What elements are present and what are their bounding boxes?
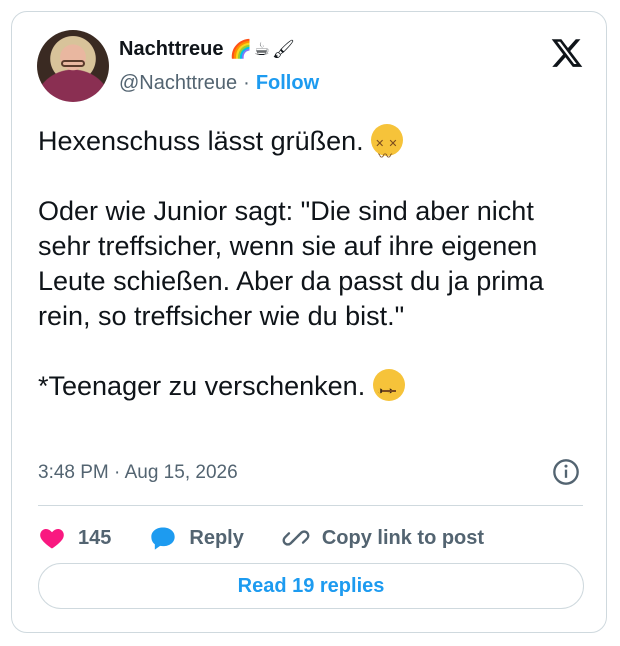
copy-link-label: Copy link to post xyxy=(321,526,485,549)
follow-link[interactable]: Follow xyxy=(256,72,319,95)
info-icon[interactable] xyxy=(552,458,580,486)
copy-link-button[interactable]: Copy link to post xyxy=(282,524,484,552)
reply-label: Reply xyxy=(189,526,244,549)
timestamp[interactable]: 3:48 PM · Aug 15, 2026 xyxy=(38,462,238,484)
name-emojis: 🌈☕🖌 xyxy=(229,39,297,60)
reply-button[interactable]: Reply xyxy=(149,524,244,552)
display-name[interactable]: Nachttreue xyxy=(119,38,223,61)
link-icon xyxy=(282,530,310,546)
read-replies-button[interactable]: Read 19 replies xyxy=(38,563,584,609)
tweet-paragraph-2: Oder wie Junior sagt: "Die sind aber nic… xyxy=(38,196,552,331)
action-bar: 145 Reply Copy link to post xyxy=(38,518,522,558)
like-count: 145 xyxy=(78,526,112,549)
tweet-card: Nachttreue 🌈☕🖌 @Nachttreue · Follow Hexe… xyxy=(11,11,607,633)
x-logo-icon[interactable] xyxy=(550,36,584,70)
handle[interactable]: @Nachttreue xyxy=(119,72,237,95)
tweet-line-1: Hexenschuss lässt grüßen. xyxy=(38,126,364,156)
heart-icon xyxy=(40,528,64,549)
name-row: Nachttreue 🌈☕🖌 xyxy=(119,38,297,61)
divider xyxy=(38,505,583,506)
tweet-text: Hexenschuss lässt grüßen. Oder wie Junio… xyxy=(38,124,588,409)
handle-separator: · xyxy=(243,72,250,94)
tired-face-emoji xyxy=(371,124,404,174)
like-button[interactable]: 145 xyxy=(38,524,111,552)
eye-roll-face-emoji xyxy=(372,369,405,409)
handle-row: @Nachttreue · Follow xyxy=(119,72,319,95)
glasses-icon xyxy=(61,60,85,67)
tweet-line-3: *Teenager zu verschenken. xyxy=(38,371,366,401)
avatar[interactable] xyxy=(37,30,109,102)
reply-bubble-icon xyxy=(151,527,176,550)
